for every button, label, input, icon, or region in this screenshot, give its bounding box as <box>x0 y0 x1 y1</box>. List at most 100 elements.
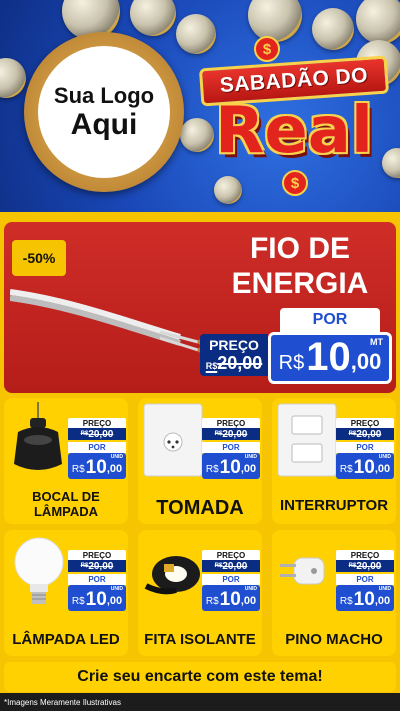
por-label: POR <box>336 442 394 453</box>
price-label: PREÇO <box>202 418 260 428</box>
old-price-currency: R$ <box>348 563 357 569</box>
product-name: BOCAL DE LÂMPADA <box>4 489 128 520</box>
new-price: UNID R$ 10 ,00 <box>336 585 394 611</box>
price-cents: ,00 <box>374 463 391 475</box>
por-label: POR <box>202 442 260 453</box>
old-price-currency: R$ <box>214 563 223 569</box>
product-name: PINO MACHO <box>285 630 383 648</box>
old-price-value: 20,00 <box>356 428 382 440</box>
product-card: PREÇO R$ 20,00 POR UNID R$ 10 ,00 BOCAL D… <box>4 398 128 524</box>
old-price-currency: R$ <box>80 563 89 569</box>
old-price: R$20,00 <box>206 353 263 374</box>
price-label: PREÇO <box>68 550 126 560</box>
electrical-wire-image <box>10 289 203 353</box>
header-banner: Sua Logo Aqui $ SABADÃO DO Real $ <box>0 0 400 212</box>
price-currency: R$ <box>71 596 85 607</box>
led-bulb-image <box>14 537 64 604</box>
old-price: R$20,00 <box>202 428 260 440</box>
price-tag: PREÇO R$ 20,00 POR UNID R$ 10 ,00 <box>336 550 394 611</box>
price-tag: PREÇO R$ 20,00 POR UNID R$ 10 ,00 <box>202 418 260 479</box>
logo-text-line2: Aqui <box>70 108 138 142</box>
old-price-value: 20,00 <box>356 560 382 572</box>
price-unit: UNID <box>244 454 257 460</box>
price-currency: R$ <box>278 352 305 374</box>
product-name-line1: BOCAL DE <box>32 489 100 505</box>
price-currency: R$ <box>205 596 219 607</box>
price-integer: 10 <box>219 589 241 610</box>
cta-banner[interactable]: Crie seu encarte com este tema! <box>4 662 396 692</box>
product-name-line2: LÂMPADA <box>33 504 99 520</box>
price-integer: 10 <box>353 457 375 478</box>
price-unit: UNID <box>244 586 257 592</box>
price-tag: PREÇO R$ 20,00 POR UNID R$ 10 ,00 <box>202 550 260 611</box>
featured-title-line2: ENERGIA <box>231 266 369 300</box>
price-integer: 10 <box>306 335 351 379</box>
price-cents: ,00 <box>106 595 123 607</box>
price-currency: R$ <box>339 464 353 475</box>
power-outlet-image <box>143 403 203 477</box>
price-unit: UNID <box>378 586 391 592</box>
discount-badge: -50% <box>12 240 66 276</box>
old-price: R$20,00 <box>202 560 260 572</box>
old-price-value: 20,00 <box>88 428 114 440</box>
price-integer: 10 <box>353 589 375 610</box>
old-price: R$20,00 <box>68 560 126 572</box>
coin-icon <box>0 58 26 98</box>
price-integer: 10 <box>85 589 107 610</box>
price-label: PREÇO <box>209 336 259 353</box>
por-label: POR <box>68 574 126 585</box>
logo-text-line1: Sua Logo <box>53 83 155 109</box>
lamp-socket-image <box>14 402 62 470</box>
old-price: R$20,00 <box>336 428 394 440</box>
product-card: PREÇO R$ 20,00 POR UNID R$ 10 ,00 LÂMPADA… <box>4 530 128 656</box>
price-tag: PREÇO R$ 20,00 POR UNID R$ 10 ,00 <box>68 418 126 479</box>
coin-icon <box>130 0 176 36</box>
por-label: POR <box>336 574 394 585</box>
new-price: UNID R$ 10 ,00 <box>202 585 260 611</box>
product-card: PREÇO R$ 20,00 POR UNID R$ 10 ,00 FITA IS… <box>138 530 262 656</box>
price-currency: R$ <box>71 464 85 475</box>
logo-placeholder: Sua Logo Aqui <box>24 32 184 192</box>
new-price-box: MT R$ 10 ,00 <box>268 332 392 384</box>
product-card: PREÇO R$ 20,00 POR UNID R$ 10 ,00 TOMADA <box>138 398 262 524</box>
price-unit: UNID <box>378 454 391 460</box>
old-price-currency: R$ <box>348 431 357 437</box>
product-name: INTERRUPTOR <box>279 496 389 514</box>
price-cents: ,00 <box>350 349 382 374</box>
dollar-icon: $ <box>254 36 280 62</box>
por-label: POR <box>280 308 380 332</box>
por-label: POR <box>68 442 126 453</box>
price-cents: ,00 <box>374 595 391 607</box>
price-unit: UNID <box>110 454 123 460</box>
divider <box>0 212 400 220</box>
light-switch-image <box>277 403 337 477</box>
price-currency: R$ <box>339 596 353 607</box>
product-name: FITA ISOLANTE <box>144 630 256 648</box>
old-price: R$20,00 <box>68 428 126 440</box>
old-price-box: PREÇO R$20,00 <box>200 334 268 376</box>
price-label: PREÇO <box>68 418 126 428</box>
old-price: R$20,00 <box>336 560 394 572</box>
old-price-value: 20,00 <box>222 428 248 440</box>
featured-title: FIO DE ENERGIA <box>210 232 390 301</box>
new-price: UNID R$ 10 ,00 <box>68 585 126 611</box>
old-price-value: 20,00 <box>88 560 114 572</box>
product-name: TOMADA <box>156 497 244 519</box>
price-label: PREÇO <box>336 418 394 428</box>
price-unit: MT <box>370 337 383 347</box>
insulating-tape-image <box>144 556 200 595</box>
product-card: PREÇO R$ 20,00 POR UNID R$ 10 ,00 PINO MA… <box>272 530 396 656</box>
old-price-currency: R$ <box>205 360 218 371</box>
por-label: POR <box>202 574 260 585</box>
price-label: PREÇO <box>336 550 394 560</box>
price-label: PREÇO <box>202 550 260 560</box>
price-tag: PREÇO R$ 20,00 POR UNID R$ 10 ,00 <box>68 550 126 611</box>
male-plug-image <box>280 557 325 585</box>
price-tag: PREÇO R$ 20,00 POR UNID R$ 10 ,00 <box>336 418 394 479</box>
dollar-icon: $ <box>282 170 308 196</box>
campaign-title-main: Real <box>215 94 373 168</box>
price-cents: ,00 <box>240 463 257 475</box>
price-cents: ,00 <box>106 463 123 475</box>
new-price: UNID R$ 10 ,00 <box>202 453 260 479</box>
old-price-value: 20,00 <box>222 560 248 572</box>
